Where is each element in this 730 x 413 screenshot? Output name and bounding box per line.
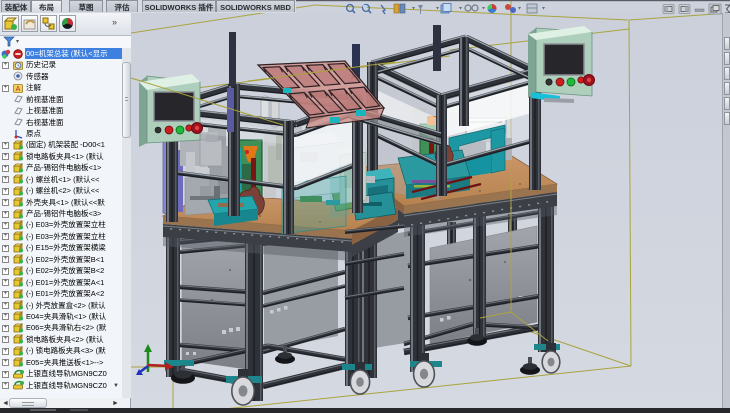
svg-text:A: A [16,86,21,93]
